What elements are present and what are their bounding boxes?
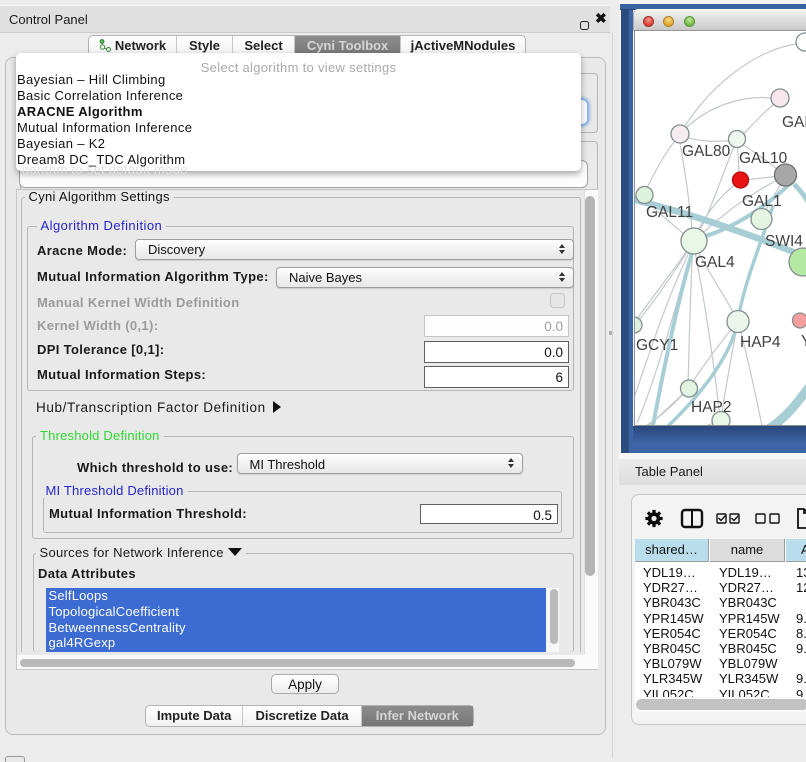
svg-text:GAL4: GAL4 xyxy=(695,254,735,271)
svg-text:GAL10: GAL10 xyxy=(739,150,788,167)
svg-text:GCY1: GCY1 xyxy=(636,337,678,354)
svg-text:SWI4: SWI4 xyxy=(765,233,803,250)
svg-text:HAP4: HAP4 xyxy=(740,334,781,351)
svg-text:GAL: GAL xyxy=(782,114,806,131)
svg-text:GAL80: GAL80 xyxy=(682,143,731,160)
svg-text:Y: Y xyxy=(801,333,806,350)
svg-text:HAP2: HAP2 xyxy=(691,399,732,416)
svg-text:GAL1: GAL1 xyxy=(742,193,782,210)
svg-text:GAL11: GAL11 xyxy=(646,204,693,221)
